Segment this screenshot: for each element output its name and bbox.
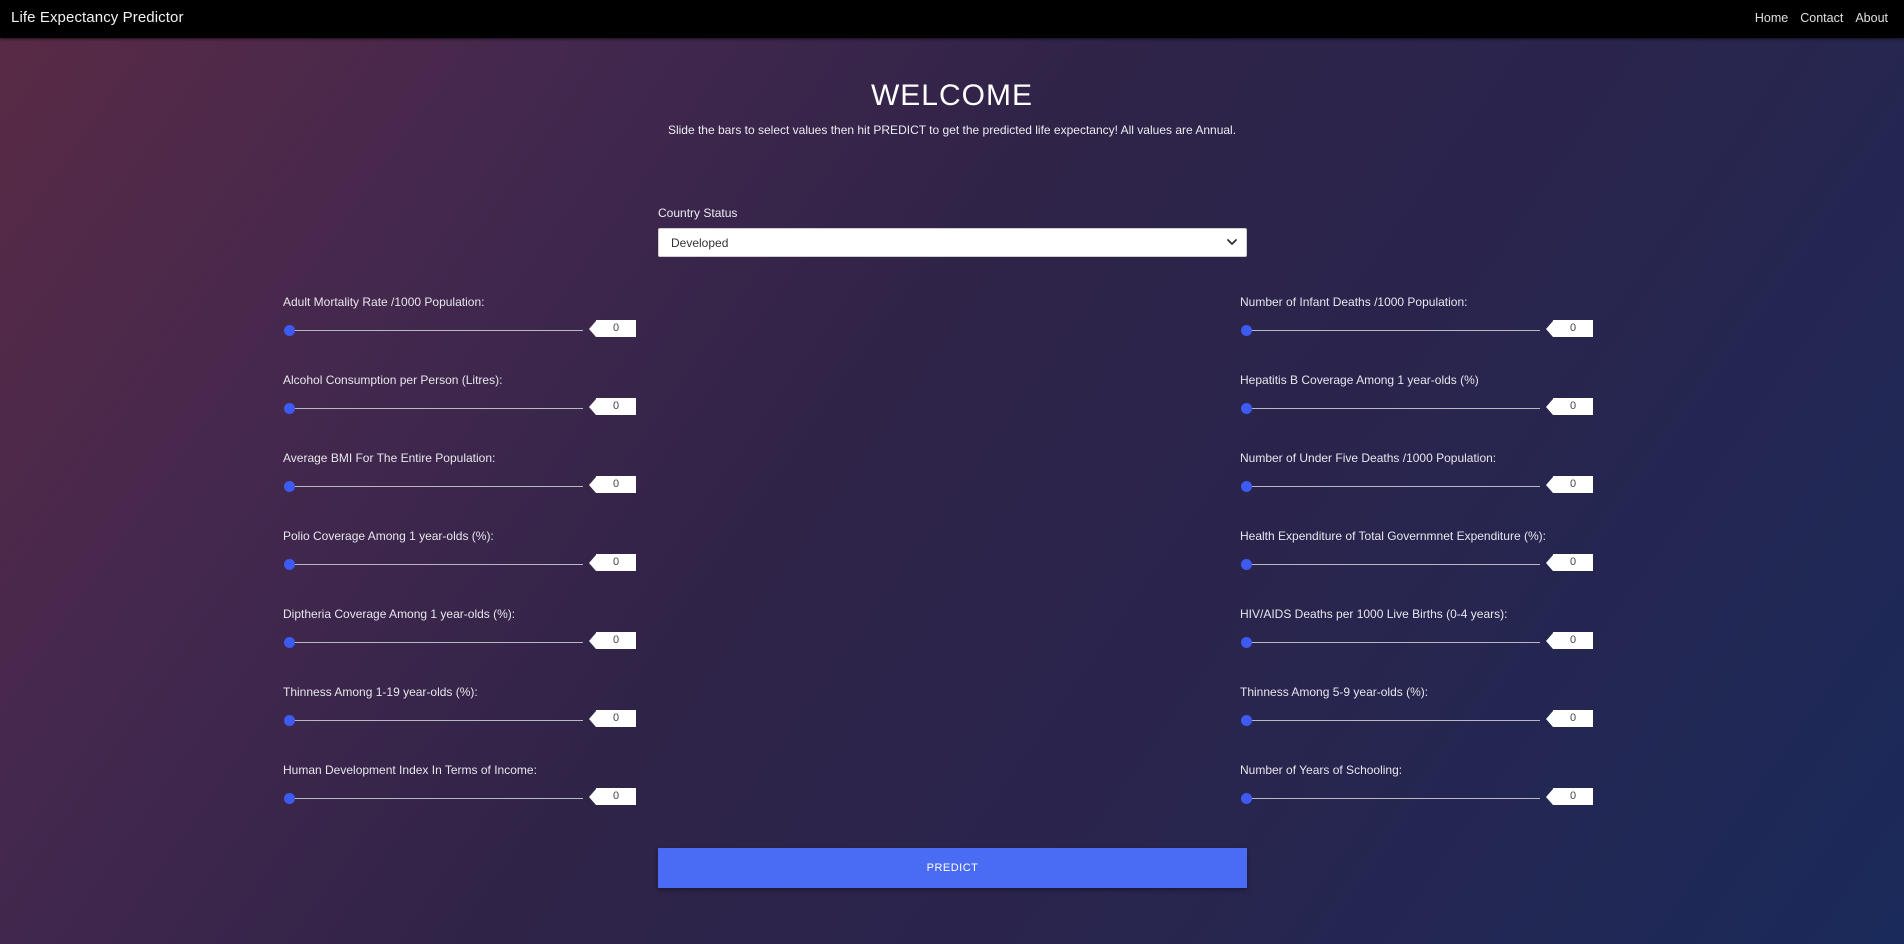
- slider-label: Diptheria Coverage Among 1 year-olds (%)…: [283, 607, 516, 621]
- slider-label: Average BMI For The Entire Population:: [283, 451, 496, 465]
- slider-value: 0: [589, 788, 636, 805]
- nav-home-link[interactable]: Home: [1755, 11, 1788, 25]
- navbar: Life Expectancy Predictor Home Contact A…: [0, 0, 1904, 38]
- slider-label: Health Expenditure of Total Governmnet E…: [1240, 529, 1546, 543]
- slider-infant-deaths: Number of Infant Deaths /1000 Population…: [1240, 295, 1600, 355]
- slider-label: Alcohol Consumption per Person (Litres):: [283, 373, 503, 387]
- slider-thumb[interactable]: [284, 325, 295, 336]
- slider-value: 0: [589, 320, 636, 337]
- slider-value: 0: [589, 554, 636, 571]
- country-status-select[interactable]: Developed: [658, 228, 1247, 257]
- page-subtitle: Slide the bars to select values then hit…: [667, 123, 1237, 137]
- nav-links: Home Contact About: [1755, 11, 1888, 25]
- slider-value: 0: [589, 398, 636, 415]
- slider-value: 0: [1546, 554, 1593, 571]
- slider-value: 0: [1546, 476, 1593, 493]
- slider-track[interactable]: [289, 486, 583, 487]
- slider-label: Number of Infant Deaths /1000 Population…: [1240, 295, 1468, 309]
- slider-thumb[interactable]: [284, 559, 295, 570]
- slider-label: Polio Coverage Among 1 year-olds (%):: [283, 529, 494, 543]
- slider-thumb[interactable]: [1241, 637, 1252, 648]
- slider-track[interactable]: [1246, 486, 1540, 487]
- nav-contact-link[interactable]: Contact: [1800, 11, 1843, 25]
- slider-hiv-aids-deaths: HIV/AIDS Deaths per 1000 Live Births (0-…: [1240, 607, 1600, 667]
- slider-track[interactable]: [289, 798, 583, 799]
- slider-label: Thinness Among 5-9 year-olds (%):: [1240, 685, 1429, 699]
- slider-thumb[interactable]: [284, 715, 295, 726]
- slider-thumb[interactable]: [1241, 403, 1252, 414]
- slider-label: Number of Under Five Deaths /1000 Popula…: [1240, 451, 1497, 465]
- slider-track[interactable]: [1246, 330, 1540, 331]
- slider-value: 0: [1546, 788, 1593, 805]
- slider-label: Human Development Index In Terms of Inco…: [283, 763, 537, 777]
- slider-health-expenditure: Health Expenditure of Total Governmnet E…: [1240, 529, 1600, 589]
- slider-value: 0: [1546, 632, 1593, 649]
- slider-thumb[interactable]: [284, 481, 295, 492]
- slider-value: 0: [1546, 320, 1593, 337]
- slider-thumb[interactable]: [1241, 715, 1252, 726]
- predict-button[interactable]: PREDICT: [658, 848, 1247, 888]
- slider-track[interactable]: [289, 564, 583, 565]
- slider-track[interactable]: [289, 720, 583, 721]
- slider-hepatitis-b-coverage: Hepatitis B Coverage Among 1 year-olds (…: [1240, 373, 1600, 433]
- slider-label: Adult Mortality Rate /1000 Population:: [283, 295, 485, 309]
- slider-track[interactable]: [1246, 720, 1540, 721]
- slider-thumb[interactable]: [1241, 793, 1252, 804]
- chevron-down-icon: [1227, 239, 1237, 245]
- slider-label: Thinness Among 1-19 year-olds (%):: [283, 685, 478, 699]
- slider-years-of-schooling: Number of Years of Schooling: 0: [1240, 763, 1600, 823]
- slider-track[interactable]: [1246, 798, 1540, 799]
- country-status-label: Country Status: [658, 206, 738, 220]
- slider-value: 0: [589, 710, 636, 727]
- slider-thumb[interactable]: [284, 637, 295, 648]
- slider-diptheria-coverage: Diptheria Coverage Among 1 year-olds (%)…: [283, 607, 643, 667]
- page-title: WELCOME: [870, 79, 1033, 112]
- slider-adult-mortality: Adult Mortality Rate /1000 Population: 0: [283, 295, 643, 355]
- slider-thinness-1-19: Thinness Among 1-19 year-olds (%): 0: [283, 685, 643, 745]
- slider-thumb[interactable]: [1241, 559, 1252, 570]
- slider-track[interactable]: [289, 408, 583, 409]
- slider-thumb[interactable]: [284, 793, 295, 804]
- slider-human-development-index: Human Development Index In Terms of Inco…: [283, 763, 643, 823]
- slider-value: 0: [589, 632, 636, 649]
- slider-thumb[interactable]: [1241, 481, 1252, 492]
- country-status-value: Developed: [671, 236, 729, 250]
- slider-track[interactable]: [1246, 408, 1540, 409]
- slider-under-five-deaths: Number of Under Five Deaths /1000 Popula…: [1240, 451, 1600, 511]
- slider-track[interactable]: [289, 330, 583, 331]
- slider-thumb[interactable]: [1241, 325, 1252, 336]
- slider-thinness-5-9: Thinness Among 5-9 year-olds (%): 0: [1240, 685, 1600, 745]
- slider-track[interactable]: [289, 642, 583, 643]
- slider-track[interactable]: [1246, 564, 1540, 565]
- slider-polio-coverage: Polio Coverage Among 1 year-olds (%): 0: [283, 529, 643, 589]
- brand-title[interactable]: Life Expectancy Predictor: [11, 9, 184, 26]
- slider-track[interactable]: [1246, 642, 1540, 643]
- slider-value: 0: [589, 476, 636, 493]
- slider-label: Number of Years of Schooling:: [1240, 763, 1403, 777]
- slider-value: 0: [1546, 398, 1593, 415]
- slider-label: HIV/AIDS Deaths per 1000 Live Births (0-…: [1240, 607, 1508, 621]
- slider-alcohol-consumption: Alcohol Consumption per Person (Litres):…: [283, 373, 643, 433]
- slider-average-bmi: Average BMI For The Entire Population: 0: [283, 451, 643, 511]
- slider-thumb[interactable]: [284, 403, 295, 414]
- slider-value: 0: [1546, 710, 1593, 727]
- nav-about-link[interactable]: About: [1855, 11, 1888, 25]
- slider-label: Hepatitis B Coverage Among 1 year-olds (…: [1240, 373, 1479, 387]
